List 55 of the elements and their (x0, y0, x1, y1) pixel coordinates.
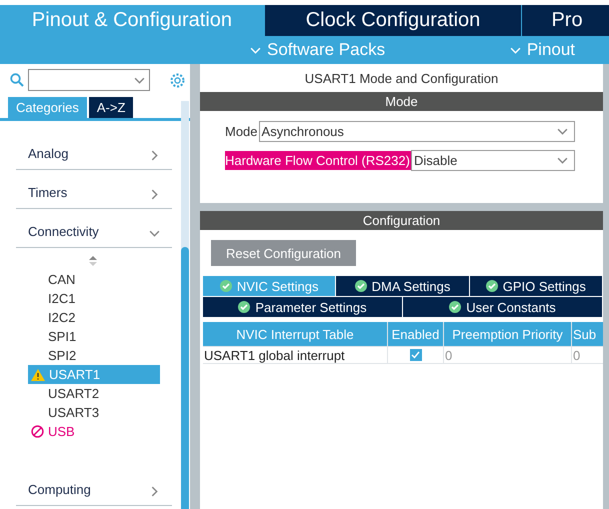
settings-tab[interactable]: Parameter Settings (203, 297, 403, 318)
category-header[interactable]: Connectivity (16, 209, 172, 248)
category-header[interactable]: Computing (16, 467, 172, 506)
category-header[interactable]: Timers (16, 170, 172, 209)
prohibited-icon (31, 425, 44, 438)
column-header: Enabled (388, 322, 444, 346)
view-tab[interactable]: A->Z (88, 97, 134, 118)
check-circle-icon (220, 280, 232, 292)
field-label: Hardware Flow Control (RS232) (225, 151, 411, 170)
table-cell: 0 (444, 347, 572, 363)
top-tab[interactable]: Pro (522, 5, 609, 36)
search-icon (10, 73, 24, 87)
settings-tab[interactable]: User Constants (403, 297, 603, 318)
panel-title: USART1 Mode and Configuration (304, 70, 500, 88)
chevron-right-icon (149, 150, 160, 161)
dropdown[interactable]: Disable (410, 150, 575, 171)
peripheral-item[interactable]: I2C2 (28, 308, 160, 327)
check-circle-icon (486, 280, 498, 292)
peripheral-item[interactable]: CAN (28, 270, 160, 289)
category-label: Connectivity (28, 224, 99, 239)
chevron-right-icon (149, 189, 160, 200)
chevron-right-icon (149, 486, 160, 497)
category-header[interactable]: Analog (16, 131, 172, 170)
sort-icon (89, 256, 97, 266)
peripheral-item[interactable]: USART2 (28, 384, 160, 403)
peripheral-item[interactable]: SPI1 (28, 327, 160, 346)
peripheral-item[interactable]: SPI2 (28, 346, 160, 365)
check-circle-icon (354, 280, 367, 292)
column-header: Preemption Priority (444, 322, 572, 346)
peripheral-item[interactable]: USB (28, 422, 160, 441)
settings-icon[interactable] (169, 72, 186, 88)
field-label: Mode (225, 123, 259, 141)
table-cell: USART1 global interrupt (203, 347, 388, 363)
peripheral-item[interactable]: USART3 (28, 403, 160, 422)
column-header: Sub (572, 322, 603, 346)
category-label: Analog (28, 146, 68, 161)
column-header: NVIC Interrupt Table (203, 322, 388, 346)
warning-icon (31, 368, 45, 380)
checkbox[interactable] (410, 349, 422, 361)
settings-tab[interactable]: DMA Settings (336, 276, 470, 297)
dropdown-icon (557, 155, 568, 166)
category-label: Computing (28, 482, 91, 497)
dropdown[interactable]: Asynchronous (258, 121, 575, 142)
search-field[interactable] (28, 69, 150, 91)
scrollbar-thumb[interactable] (181, 247, 189, 509)
peripheral-item[interactable]: I2C1 (28, 289, 160, 308)
check-circle-icon (449, 301, 462, 313)
chevron-down-icon (149, 228, 160, 239)
top-tab[interactable]: Clock Configuration (265, 5, 521, 36)
settings-tab[interactable]: GPIO Settings (470, 276, 603, 297)
check-circle-icon (238, 301, 250, 313)
dropdown-icon (557, 126, 568, 137)
category-label: Timers (28, 185, 68, 200)
section-header: Mode (200, 92, 603, 111)
section-header: Configuration (200, 211, 603, 230)
